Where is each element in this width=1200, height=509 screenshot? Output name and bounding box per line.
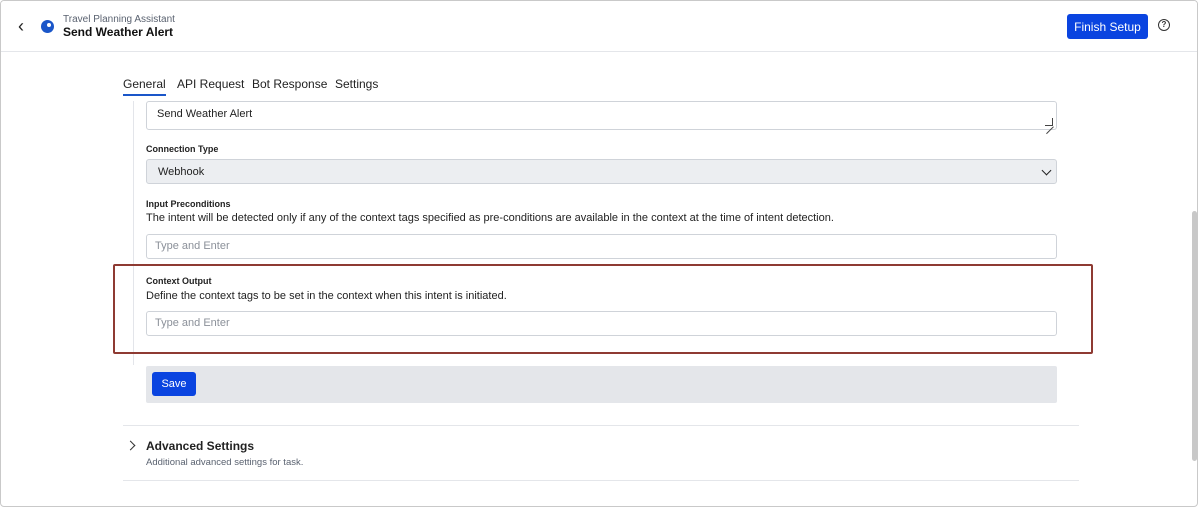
section-divider-bottom (123, 480, 1079, 481)
advanced-settings-title[interactable]: Advanced Settings (146, 439, 254, 453)
tab-general[interactable]: General (123, 77, 166, 96)
chevron-down-icon (1041, 165, 1052, 176)
advanced-settings-description: Additional advanced settings for task. (146, 457, 304, 468)
save-bar (146, 366, 1057, 403)
context-output-description: Define the context tags to be set in the… (146, 290, 507, 302)
section-divider-top (123, 425, 1079, 426)
input-preconditions-description: The intent will be detected only if any … (146, 212, 834, 224)
context-output-placeholder: Type and Enter (155, 317, 230, 329)
chevron-right-icon[interactable] (125, 440, 136, 451)
vertical-scrollbar[interactable] (1192, 211, 1197, 461)
tab-settings[interactable]: Settings (335, 77, 378, 91)
back-arrow-icon[interactable]: ‹ (18, 16, 34, 36)
input-preconditions-label: Input Preconditions (146, 199, 231, 209)
tab-api-request[interactable]: API Request (177, 77, 244, 91)
context-output-input[interactable]: Type and Enter (146, 311, 1057, 336)
context-output-label: Context Output (146, 276, 212, 286)
finish-setup-button[interactable]: Finish Setup (1067, 14, 1148, 39)
save-button[interactable]: Save (152, 372, 196, 396)
name-value: Send Weather Alert (157, 108, 253, 120)
connection-type-select[interactable]: Webhook (146, 159, 1057, 184)
tab-bot-response[interactable]: Bot Response (252, 77, 327, 91)
input-preconditions-input[interactable]: Type and Enter (146, 234, 1057, 259)
name-textarea[interactable]: Send Weather Alert (146, 101, 1057, 130)
bot-name: Travel Planning Assistant (63, 14, 175, 25)
page-title: Send Weather Alert (63, 25, 174, 39)
connection-type-value: Webhook (158, 166, 205, 178)
resize-handle-icon[interactable] (1045, 118, 1053, 126)
top-bar: ‹ Travel Planning Assistant Send Weather… (1, 1, 1197, 52)
bot-avatar-icon (41, 20, 54, 33)
connection-type-label: Connection Type (146, 144, 219, 154)
help-icon[interactable]: ? (1158, 19, 1170, 31)
app-window: ‹ Travel Planning Assistant Send Weather… (0, 0, 1198, 507)
input-preconditions-placeholder: Type and Enter (155, 240, 230, 252)
context-output-highlight (113, 264, 1093, 354)
